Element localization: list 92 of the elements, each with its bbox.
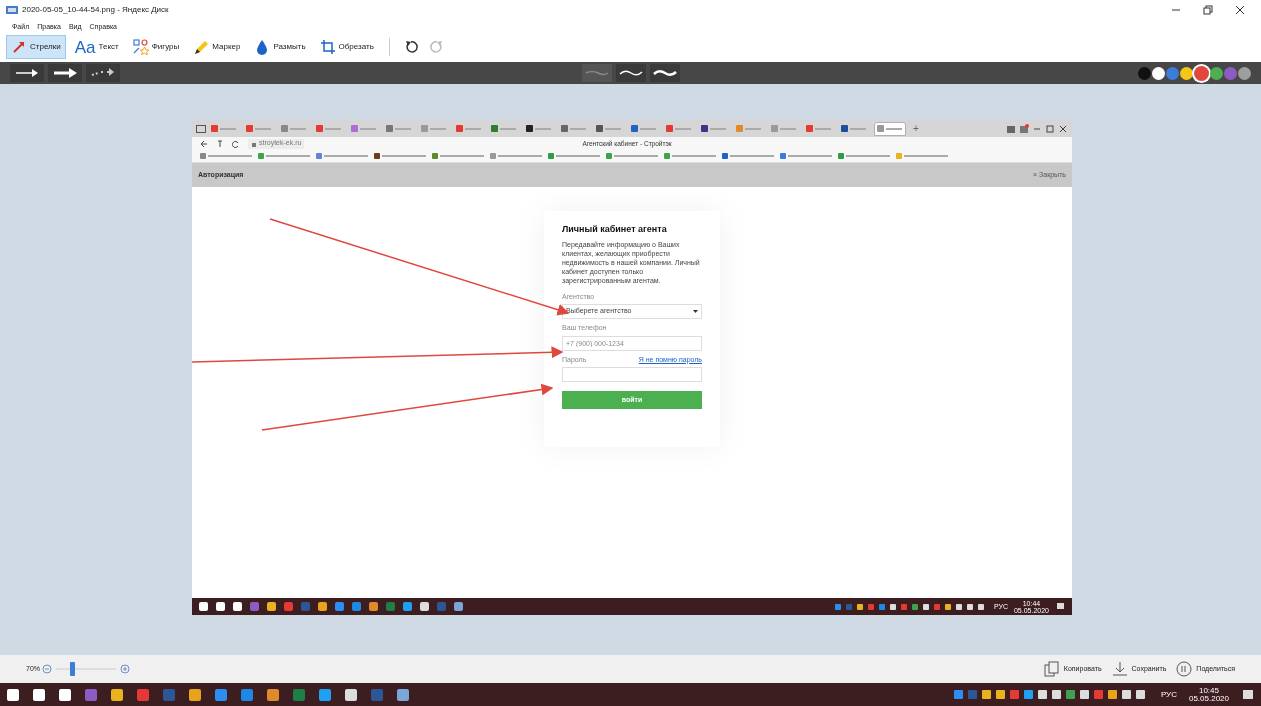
app-icon[interactable] [6, 687, 20, 702]
tabs-icon [196, 124, 206, 133]
tray-icon[interactable] [833, 602, 842, 611]
app-icon[interactable] [215, 601, 226, 612]
arrow-style-button[interactable] [48, 64, 82, 82]
tray-icon[interactable] [994, 689, 1006, 700]
tray-icon[interactable] [952, 689, 964, 700]
color-swatch[interactable] [1194, 65, 1209, 81]
tray-icon[interactable] [855, 602, 864, 611]
app-icon[interactable] [368, 601, 379, 612]
app-icon[interactable] [188, 687, 202, 702]
color-swatch[interactable] [1166, 66, 1179, 80]
tray-icon[interactable] [1050, 689, 1062, 700]
zoom-out-icon[interactable] [42, 664, 52, 674]
app-icon[interactable] [344, 687, 358, 702]
color-swatch[interactable] [1180, 66, 1193, 80]
app-icon[interactable] [32, 687, 46, 702]
tray-icon[interactable] [943, 602, 952, 611]
app-icon[interactable] [58, 687, 72, 702]
new-tab-button[interactable]: + [909, 123, 923, 134]
close-icon[interactable] [1235, 5, 1245, 15]
app-icon[interactable] [396, 687, 410, 702]
tray-icon[interactable] [1064, 689, 1076, 700]
line-style-button[interactable] [615, 64, 646, 82]
app-icon[interactable] [232, 601, 243, 612]
tray-icon[interactable] [976, 602, 985, 611]
zoom-in-icon[interactable] [120, 664, 130, 674]
tool-button[interactable]: Фигуры [127, 35, 185, 59]
shapes-icon [132, 39, 149, 55]
bookmark-item[interactable] [374, 153, 426, 159]
close-icon[interactable] [1058, 123, 1068, 134]
text-tool-glyph: Aa [74, 38, 96, 56]
color-swatch[interactable] [1138, 66, 1151, 80]
reload-icon[interactable] [232, 139, 240, 148]
color-swatch[interactable] [1152, 66, 1165, 80]
color-swatch[interactable] [1224, 66, 1237, 80]
app-icon[interactable] [198, 601, 209, 612]
bookmark-item[interactable] [432, 153, 484, 159]
tray-icon[interactable] [954, 602, 963, 611]
app-icon [6, 5, 18, 15]
bookmark-icon[interactable] [1006, 123, 1016, 134]
restore-icon[interactable] [1203, 5, 1213, 15]
tray-icon[interactable] [965, 602, 974, 611]
tool-button[interactable]: Размыть [249, 35, 311, 59]
card-title: Личный кабинет агента [562, 223, 668, 236]
tray-icon[interactable] [910, 602, 919, 611]
tray-icon[interactable] [921, 602, 930, 611]
undo-icon[interactable] [403, 40, 418, 54]
lock-icon [251, 140, 257, 147]
app-icon[interactable] [419, 601, 430, 612]
app-icon[interactable] [266, 687, 280, 702]
tool-button[interactable]: Маркер [188, 35, 246, 59]
app-icon[interactable] [453, 601, 464, 612]
app-icon[interactable] [110, 687, 124, 702]
password-field[interactable] [562, 367, 702, 382]
zoom-slider[interactable] [56, 662, 116, 676]
tray-icon[interactable] [1036, 689, 1048, 700]
tray-icon[interactable] [1134, 689, 1146, 700]
arrow-style-button[interactable] [10, 64, 44, 82]
clock-time[interactable]: 10:45 [1198, 686, 1219, 695]
tray-icon[interactable] [1078, 689, 1090, 700]
extension-icon[interactable] [1019, 123, 1029, 134]
tray-icon[interactable] [888, 602, 897, 611]
tray-icon[interactable] [1106, 689, 1118, 700]
notification-icon[interactable] [1055, 601, 1066, 612]
tray-icon[interactable] [980, 689, 992, 700]
bookmark-item[interactable] [780, 153, 832, 159]
arrow-icon [11, 39, 27, 55]
maximize-icon[interactable] [1045, 123, 1055, 134]
window-title: 2020-05-05_10-44-54.png - Яндекс Диск [22, 4, 169, 16]
marker-icon [193, 39, 210, 55]
download-icon [1111, 661, 1128, 677]
bookmark-item[interactable] [722, 153, 774, 159]
line-style-button[interactable] [649, 64, 680, 82]
slider-thumb[interactable] [69, 662, 75, 676]
browser-logo-icon[interactable] [216, 139, 224, 148]
back-icon[interactable] [200, 139, 208, 148]
color-swatch[interactable] [1238, 66, 1251, 80]
crop-icon [319, 39, 336, 55]
clock-date[interactable]: 05.05.2020 [1188, 694, 1229, 703]
tray-icon[interactable] [1120, 689, 1132, 700]
app-icon[interactable] [266, 601, 277, 612]
copy-icon [1043, 661, 1060, 677]
app-icon[interactable] [317, 601, 328, 612]
tool-button[interactable]: Обрезать [314, 35, 379, 59]
arrow-style-button[interactable] [86, 64, 120, 82]
dropdown-caret-icon [693, 309, 698, 314]
tool-button[interactable]: Стрелки [6, 35, 66, 59]
notification-icon[interactable] [1241, 687, 1255, 702]
color-swatch[interactable] [1210, 66, 1223, 80]
language-indicator[interactable]: РУС [1160, 690, 1177, 699]
tray-icon[interactable] [1022, 689, 1034, 700]
